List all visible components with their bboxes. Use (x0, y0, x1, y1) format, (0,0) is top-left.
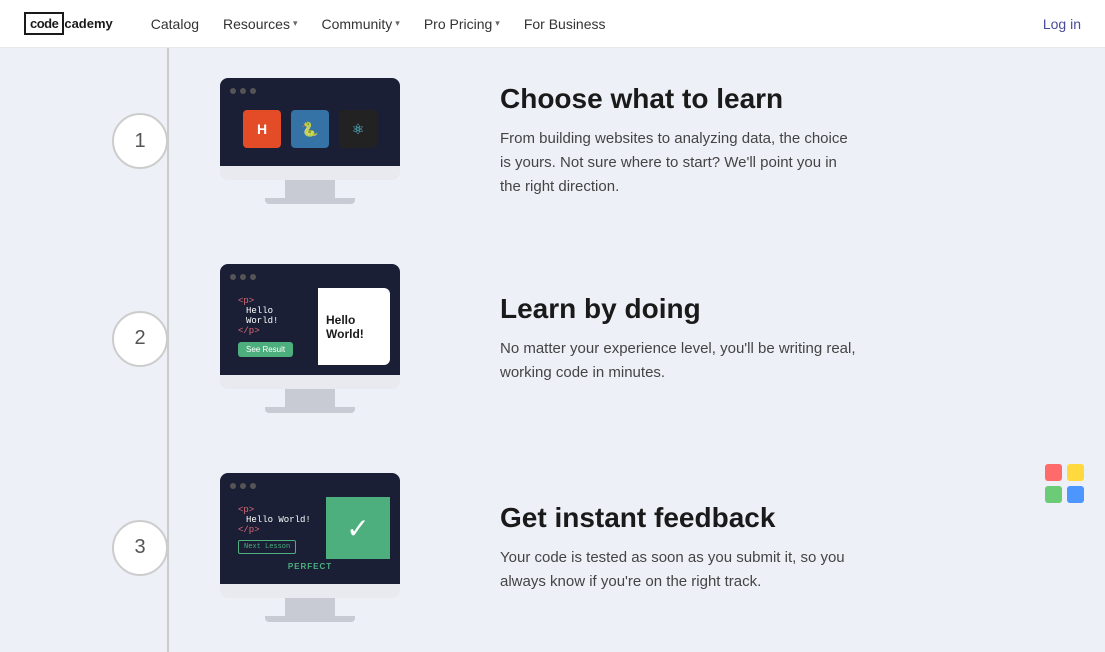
monitor-bg (220, 166, 400, 180)
html-icon: H (243, 110, 281, 148)
step-2-screen: <p> Hello World! </p> See Result Hello W… (220, 264, 400, 375)
step-2-row: 2 <p> Hello World! </p> Se (0, 234, 1105, 443)
dot-7 (230, 483, 236, 489)
logo-dot-yellow (1067, 464, 1084, 481)
step-2-title: Learn by doing (500, 293, 1045, 325)
dot-3 (250, 88, 256, 94)
check-panel: ✓ (326, 497, 390, 559)
dot-6 (250, 274, 256, 280)
login-link[interactable]: Log in (1043, 16, 1081, 32)
logo-dot-blue (1067, 486, 1084, 503)
step-2-text: Learn by doing No matter your experience… (500, 293, 1045, 385)
tech-icons-row: H 🐍 ⚛ (230, 102, 390, 156)
dot-1 (230, 88, 236, 94)
dot-9 (250, 483, 256, 489)
logo[interactable]: codecademy (24, 12, 113, 35)
step-1-circle: 1 (112, 113, 168, 169)
code3-tag-open: <p> (238, 505, 318, 515)
python-icon: 🐍 (291, 110, 329, 148)
code-tag-open: <p> (238, 296, 310, 306)
monitor-base (265, 198, 355, 204)
resources-caret-icon: ▾ (293, 18, 298, 29)
split-screen: <p> Hello World! </p> See Result Hello W… (230, 288, 390, 365)
perfect-label: PERFECT (230, 559, 390, 574)
dot-4 (230, 274, 236, 280)
monitor-base-2 (265, 407, 355, 413)
step-2-circle: 2 (112, 311, 168, 367)
step-3-row: 3 <p> Hello World! </p> (0, 443, 1105, 652)
react-icon: ⚛ (339, 110, 377, 148)
step-3-text: Get instant feedback Your code is tested… (500, 502, 1045, 594)
step-2-desc: No matter your experience level, you'll … (500, 337, 860, 385)
monitor-stand (285, 180, 335, 198)
nav-pro-pricing[interactable]: Pro Pricing ▾ (414, 10, 510, 38)
nav-resources[interactable]: Resources ▾ (213, 10, 307, 38)
logo-dot-red (1045, 464, 1062, 481)
dot-8 (240, 483, 246, 489)
step3-split: <p> Hello World! </p> Next Lesson ✓ (230, 497, 390, 559)
logo-code: code (24, 12, 64, 35)
step-3-image: <p> Hello World! </p> Next Lesson ✓ PERF… (220, 473, 400, 622)
brand-logo-colors (1045, 464, 1085, 504)
step-3-title: Get instant feedback (500, 502, 1045, 534)
step-2-image: <p> Hello World! </p> See Result Hello W… (220, 264, 400, 413)
dot-2 (240, 88, 246, 94)
community-caret-icon: ▾ (395, 18, 400, 29)
monitor-stand-3 (285, 598, 335, 616)
code-tag-close: </p> (238, 326, 310, 336)
step-3-desc: Your code is tested as soon as you submi… (500, 546, 860, 594)
code-panel: <p> Hello World! </p> See Result (230, 288, 318, 365)
step-3-number-col: 3 (100, 520, 180, 576)
step-3-monitor: <p> Hello World! </p> Next Lesson ✓ PERF… (220, 473, 400, 622)
code-content: Hello World! (238, 306, 310, 326)
step-1-text: Choose what to learn From building websi… (500, 83, 1045, 199)
check-icon: ✓ (346, 512, 369, 545)
monitor-dots-2 (230, 274, 390, 280)
code-panel-3: <p> Hello World! </p> Next Lesson (230, 497, 326, 559)
monitor-bg-2 (220, 375, 400, 389)
code3-tag-close: </p> (238, 525, 318, 535)
step-2-number-col: 2 (100, 311, 180, 367)
monitor-dots-3 (230, 483, 390, 489)
next-lesson-button[interactable]: Next Lesson (238, 540, 296, 554)
nav-links: Catalog Resources ▾ Community ▾ Pro Pric… (141, 10, 1043, 38)
see-result-button[interactable]: See Result (238, 342, 293, 357)
dot-5 (240, 274, 246, 280)
step-1-title: Choose what to learn (500, 83, 1045, 115)
navbar: codecademy Catalog Resources ▾ Community… (0, 0, 1105, 48)
step-3-circle: 3 (112, 520, 168, 576)
monitor-bg-3 (220, 584, 400, 598)
step-1-screen: H 🐍 ⚛ (220, 78, 400, 166)
logo-academy: cademy (64, 16, 112, 31)
step-1-image: H 🐍 ⚛ (220, 78, 400, 204)
step-1-desc: From building websites to analyzing data… (500, 127, 860, 199)
step-1-row: 1 H 🐍 (0, 48, 1105, 234)
step-2-monitor: <p> Hello World! </p> See Result Hello W… (220, 264, 400, 413)
nav-community[interactable]: Community ▾ (311, 10, 409, 38)
steps-section: 1 H 🐍 (0, 48, 1105, 652)
result-panel: Hello World! (318, 288, 390, 365)
monitor-dots (230, 88, 390, 94)
monitor-base-3 (265, 616, 355, 622)
logo-dot-green (1045, 486, 1062, 503)
step-3-screen: <p> Hello World! </p> Next Lesson ✓ PERF… (220, 473, 400, 584)
step-1-monitor: H 🐍 ⚛ (220, 78, 400, 204)
monitor-stand-2 (285, 389, 335, 407)
step-1-number-col: 1 (100, 113, 180, 169)
nav-catalog[interactable]: Catalog (141, 10, 209, 38)
hello-world-output: Hello World! (326, 313, 382, 341)
nav-for-business[interactable]: For Business (514, 10, 616, 38)
pro-pricing-caret-icon: ▾ (495, 18, 500, 29)
